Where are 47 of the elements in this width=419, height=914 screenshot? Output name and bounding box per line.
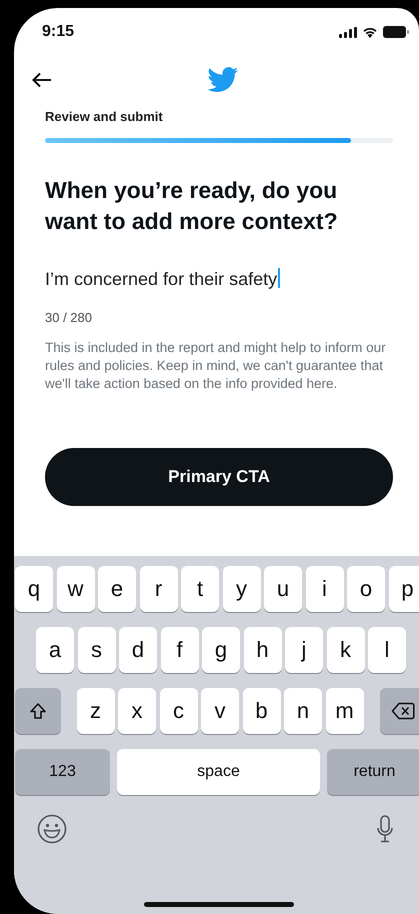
key[interactable]: i: [306, 566, 344, 612]
key[interactable]: h: [244, 627, 282, 673]
key[interactable]: d: [119, 627, 157, 673]
key[interactable]: b: [242, 688, 280, 734]
key[interactable]: m: [326, 688, 364, 734]
signal-icon: [339, 26, 357, 38]
shift-key[interactable]: [15, 688, 61, 734]
key[interactable]: g: [202, 627, 240, 673]
delete-key[interactable]: [380, 688, 419, 734]
key[interactable]: l: [368, 627, 406, 673]
bird-icon: [207, 67, 239, 93]
heading: When you’re ready, do you want to add more context?: [45, 176, 339, 236]
key[interactable]: v: [201, 688, 239, 734]
microphone-icon[interactable]: [377, 815, 393, 843]
key[interactable]: y: [222, 566, 260, 612]
shift-icon: [29, 702, 47, 720]
key[interactable]: o: [347, 566, 385, 612]
key[interactable]: x: [118, 688, 156, 734]
key[interactable]: n: [284, 688, 322, 734]
key[interactable]: w: [56, 566, 94, 612]
key[interactable]: c: [160, 688, 198, 734]
key[interactable]: r: [140, 566, 178, 612]
numbers-key[interactable]: 123: [15, 749, 110, 795]
smiley-icon[interactable]: [37, 814, 67, 844]
key[interactable]: t: [181, 566, 219, 612]
backspace-icon: [391, 702, 415, 720]
primary-button[interactable]: Primary CTA: [45, 448, 393, 506]
status-time: 9:15: [42, 23, 74, 41]
help-text: This is included in the report and might help to inform our rules and policies. Keep in mind, we can't guarantee that we'll take action based on the info provided here.: [45, 339, 387, 393]
input-field[interactable]: I’m concerned for their safety: [45, 267, 393, 291]
key[interactable]: p: [388, 566, 419, 612]
character-counter: 30 / 280: [45, 310, 93, 325]
space-key[interactable]: space: [117, 749, 320, 795]
key[interactable]: z: [76, 688, 114, 734]
return-key[interactable]: return: [327, 749, 419, 795]
key[interactable]: q: [15, 566, 53, 612]
key[interactable]: u: [264, 566, 302, 612]
key[interactable]: f: [160, 627, 198, 673]
wifi-icon: [362, 26, 378, 38]
key[interactable]: k: [326, 627, 364, 673]
back-arrow-icon: [32, 72, 52, 88]
step-label: Review and submit: [45, 109, 164, 124]
key[interactable]: e: [98, 566, 136, 612]
key[interactable]: j: [285, 627, 323, 673]
battery-icon: [383, 26, 409, 38]
key[interactable]: s: [78, 627, 116, 673]
key[interactable]: a: [36, 627, 74, 673]
